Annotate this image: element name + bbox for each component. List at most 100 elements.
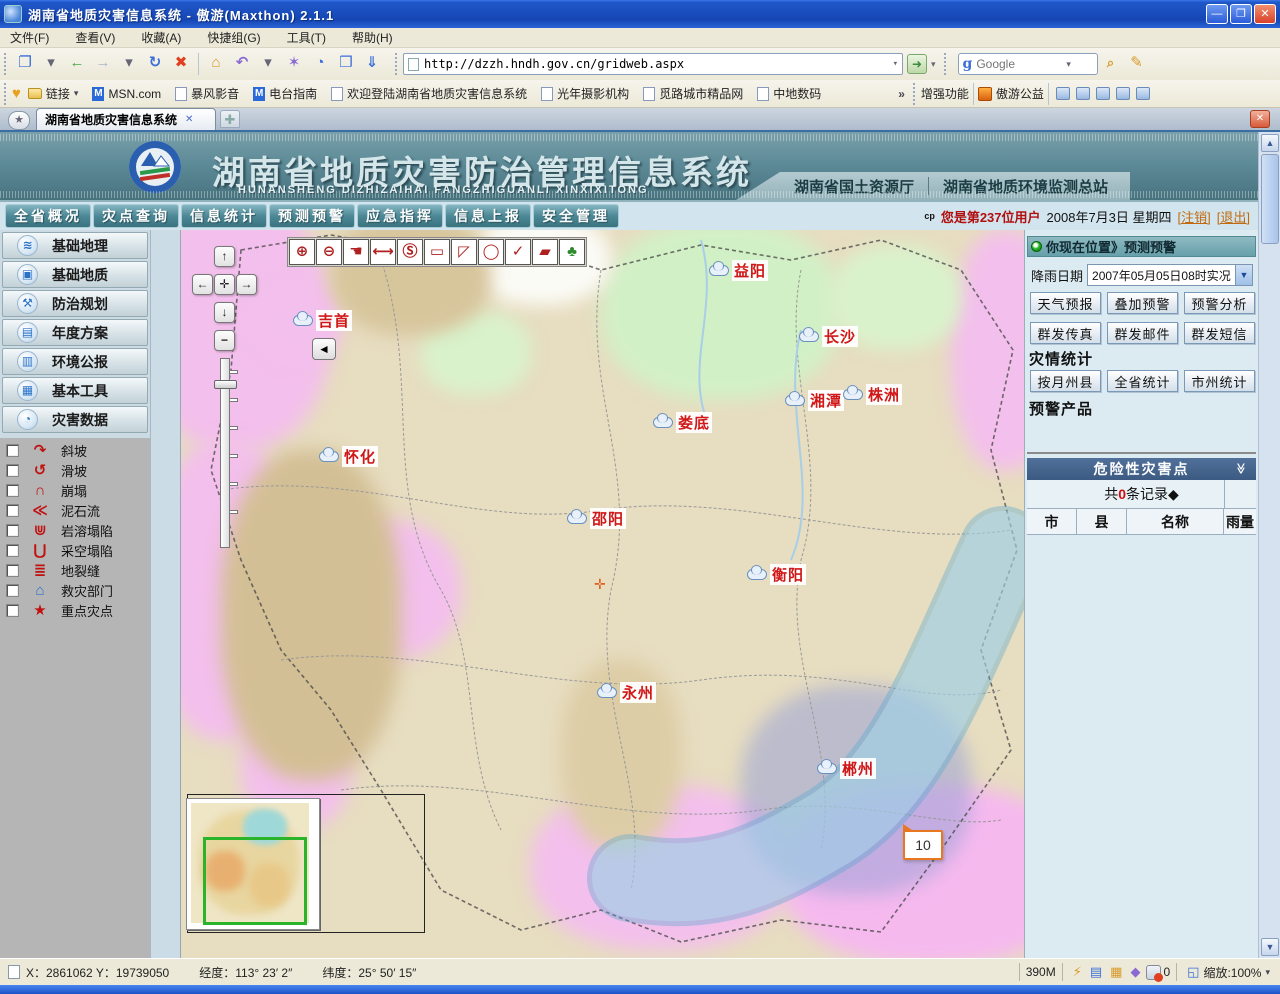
select-polygon-tool[interactable]: ◸ bbox=[451, 239, 477, 265]
undo-button[interactable]: ↶ bbox=[230, 52, 254, 76]
rainfall-flag-marker[interactable]: 10 bbox=[903, 830, 943, 860]
city-weather-label[interactable]: 永州 bbox=[597, 682, 656, 703]
maxthon-charity-link[interactable]: 傲游公益 bbox=[996, 85, 1044, 102]
layer-checkbox[interactable] bbox=[6, 524, 19, 537]
city-weather-label[interactable]: 吉首 bbox=[293, 310, 352, 331]
layer-checkbox[interactable] bbox=[6, 584, 19, 597]
address-bar[interactable]: ▾ bbox=[403, 53, 903, 75]
proxy-icon[interactable] bbox=[1056, 87, 1070, 100]
refresh-button[interactable]: ↻ bbox=[143, 52, 167, 76]
go-dropdown-icon[interactable]: ▾ bbox=[931, 59, 936, 70]
chevron-down-icon[interactable]: ▼ bbox=[1235, 265, 1252, 285]
nav-tab[interactable]: 安全管理 bbox=[533, 204, 619, 228]
window-list-button[interactable]: ❒ bbox=[334, 52, 358, 76]
menu-item[interactable]: 文件(F) bbox=[10, 29, 49, 46]
notes-icon[interactable] bbox=[1096, 87, 1110, 100]
layer-checkbox[interactable] bbox=[6, 544, 19, 557]
search-box[interactable]: g ▾ bbox=[958, 53, 1098, 75]
menu-item[interactable]: 查看(V) bbox=[75, 29, 115, 46]
url-input[interactable] bbox=[424, 57, 893, 71]
layer-checkbox[interactable] bbox=[6, 444, 19, 457]
close-button[interactable]: ✕ bbox=[1254, 4, 1276, 24]
page-tab[interactable]: 湖南省地质灾害信息系统 ✕ bbox=[36, 108, 216, 130]
stats-action-button[interactable]: 按月州县 bbox=[1030, 370, 1101, 392]
search-icon[interactable]: ⌕ bbox=[1099, 52, 1123, 76]
zoom-in-tool[interactable]: ⊕ bbox=[289, 239, 315, 265]
download-button[interactable]: ⇓ bbox=[360, 52, 384, 76]
nav-tab[interactable]: 预测预警 bbox=[269, 204, 355, 228]
nav-tab[interactable]: 信息上报 bbox=[445, 204, 531, 228]
layer-checkbox[interactable] bbox=[6, 564, 19, 577]
danger-points-header[interactable]: 危险性灾害点 ≫ bbox=[1027, 458, 1256, 480]
city-weather-label[interactable]: 株洲 bbox=[843, 384, 902, 405]
logout-link[interactable]: [注销] bbox=[1178, 207, 1211, 226]
pan-left-button[interactable]: ← bbox=[192, 274, 213, 295]
new-page-button[interactable]: ❐ bbox=[13, 52, 37, 76]
city-weather-label[interactable]: 郴州 bbox=[817, 758, 876, 779]
bookmark-item[interactable]: 中地数码 bbox=[757, 85, 821, 102]
search-dropdown-icon[interactable]: ▾ bbox=[1066, 59, 1071, 70]
select-rect-tool[interactable]: ▭ bbox=[424, 239, 450, 265]
adhunter-icon[interactable]: ◆ bbox=[1130, 964, 1140, 980]
stop-button[interactable]: ✖ bbox=[169, 52, 193, 76]
forward-button[interactable]: → bbox=[91, 52, 115, 76]
scroll-down-arrow[interactable]: ▼ bbox=[1261, 938, 1279, 956]
city-weather-label[interactable]: 长沙 bbox=[799, 326, 858, 347]
bookmark-item[interactable]: 光年摄影机构 bbox=[541, 85, 629, 102]
sidebar-section[interactable]: ◔ 灾害数据 bbox=[2, 406, 148, 433]
favorites-heart-icon[interactable]: ♥ bbox=[12, 85, 21, 102]
city-weather-label[interactable]: 益阳 bbox=[709, 260, 768, 281]
resize-icon[interactable]: ◱ bbox=[1187, 964, 1199, 980]
exit-link[interactable]: [退出] bbox=[1217, 207, 1250, 226]
nav-tab[interactable]: 信息统计 bbox=[181, 204, 267, 228]
select-circle-tool[interactable]: ◯ bbox=[478, 239, 504, 265]
broadcast-action-button[interactable]: 群发传真 bbox=[1030, 322, 1101, 344]
menu-item[interactable]: 快捷组(G) bbox=[207, 29, 260, 46]
zoom-level[interactable]: 缩放:100% bbox=[1203, 964, 1261, 981]
pan-center-button[interactable]: ✛ bbox=[214, 274, 235, 295]
link-land-resources[interactable]: 湖南省国土资源厅 bbox=[794, 176, 914, 197]
overview-collapse-button[interactable]: ◄ bbox=[312, 338, 336, 360]
bookmark-folder-links[interactable]: 链接 ▾ bbox=[28, 85, 79, 102]
sidebar-section[interactable]: ≋ 基础地理 bbox=[2, 232, 148, 259]
new-page-dropdown[interactable]: ▾ bbox=[39, 52, 63, 76]
minimize-button[interactable]: — bbox=[1206, 4, 1228, 24]
bookmark-item[interactable]: 电台指南 bbox=[253, 85, 317, 102]
tools-icon[interactable] bbox=[1116, 87, 1130, 100]
url-dropdown-icon[interactable]: ▾ bbox=[893, 59, 898, 69]
sidebar-section[interactable]: ▦ 基本工具 bbox=[2, 377, 148, 404]
bookmark-item[interactable]: MSN.com bbox=[92, 85, 161, 102]
nav-tab[interactable]: 全省概况 bbox=[5, 204, 91, 228]
window-icon[interactable] bbox=[1076, 87, 1090, 100]
city-weather-label[interactable]: 娄底 bbox=[653, 412, 712, 433]
history-dropdown[interactable]: ▾ bbox=[117, 52, 141, 76]
new-tab-button[interactable]: ✚ bbox=[220, 110, 240, 128]
menu-item[interactable]: 帮助(H) bbox=[352, 29, 393, 46]
broadcast-action-button[interactable]: 群发短信 bbox=[1184, 322, 1255, 344]
link-geo-monitoring[interactable]: 湖南省地质环境监测总站 bbox=[943, 176, 1108, 197]
rain-date-select[interactable]: 2007年05月05日08时实况 ▼ bbox=[1087, 264, 1253, 286]
layer-tree-tool[interactable]: ♣ bbox=[559, 239, 585, 265]
print-icon[interactable]: ▤ bbox=[1090, 964, 1102, 980]
layer-checkbox[interactable] bbox=[6, 464, 19, 477]
pan-tool[interactable]: ☚ bbox=[343, 239, 369, 265]
zoom-out-tool[interactable]: ⊖ bbox=[316, 239, 342, 265]
layer-checkbox[interactable] bbox=[6, 484, 19, 497]
city-weather-label[interactable]: 衡阳 bbox=[747, 564, 806, 585]
bookmark-item[interactable]: 暴风影音 bbox=[175, 85, 239, 102]
scrollbar-thumb[interactable] bbox=[1261, 154, 1279, 244]
home-button[interactable]: ⌂ bbox=[204, 52, 228, 76]
sidebar-section[interactable]: ▤ 年度方案 bbox=[2, 319, 148, 346]
layer-checkbox[interactable] bbox=[6, 604, 19, 617]
bookmark-item[interactable]: 欢迎登陆湖南省地质灾害信息系统 bbox=[331, 85, 527, 102]
sidebar-section[interactable]: ⚒ 防治规划 bbox=[2, 290, 148, 317]
search-input[interactable] bbox=[976, 57, 1066, 71]
forecast-action-button[interactable]: 天气预报 bbox=[1030, 292, 1101, 314]
broadcast-action-button[interactable]: 群发邮件 bbox=[1107, 322, 1178, 344]
tab-star-button[interactable]: ★ bbox=[8, 111, 30, 130]
zoom-minus-button[interactable]: − bbox=[214, 330, 235, 351]
pan-up-button[interactable]: ↑ bbox=[214, 246, 235, 267]
stats-action-button[interactable]: 全省统计 bbox=[1107, 370, 1178, 392]
zoom-slider-handle[interactable] bbox=[214, 380, 237, 389]
nav-tab[interactable]: 应急指挥 bbox=[357, 204, 443, 228]
